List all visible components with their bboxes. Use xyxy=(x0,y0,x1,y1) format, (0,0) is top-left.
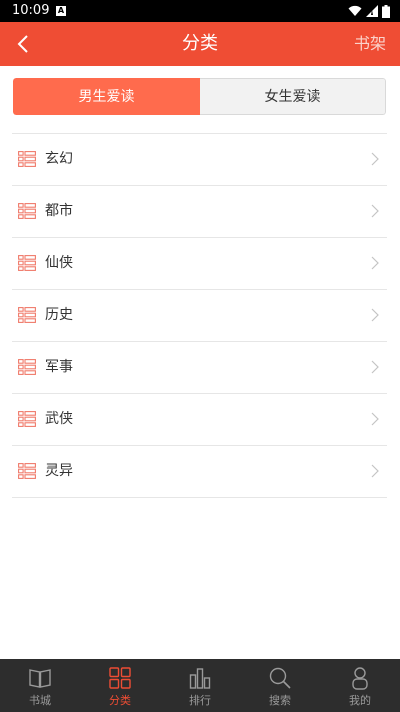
nav-item-search[interactable]: 搜索 xyxy=(240,659,320,712)
wifi-icon xyxy=(348,5,362,16)
app-header: 分类 书架 xyxy=(0,22,400,66)
status-bar: 10:09 A xyxy=(0,0,400,22)
nav-label: 书城 xyxy=(29,694,51,707)
nav-item-profile[interactable]: 我的 xyxy=(320,659,400,712)
category-label: 历史 xyxy=(45,307,73,323)
category-list-icon xyxy=(18,255,36,271)
category-label: 武侠 xyxy=(45,411,73,427)
category-list-icon xyxy=(18,359,36,375)
nav-label: 我的 xyxy=(349,694,371,707)
nav-item-category[interactable]: 分类 xyxy=(80,659,160,712)
nav-label: 搜索 xyxy=(269,694,291,707)
nav-item-ranking[interactable]: 排行 xyxy=(160,659,240,712)
category-list-icon xyxy=(18,203,36,219)
status-time: 10:09 xyxy=(12,3,50,18)
category-label: 玄幻 xyxy=(45,151,73,167)
bookshelf-link[interactable]: 书架 xyxy=(354,22,386,66)
list-item[interactable]: 都市 xyxy=(12,186,387,238)
category-list: 玄幻都市仙侠历史军事武侠灵异 xyxy=(12,133,387,498)
nav-label: 排行 xyxy=(189,694,211,707)
page-title: 分类 xyxy=(182,33,218,54)
category-list-icon xyxy=(18,463,36,479)
list-item[interactable]: 武侠 xyxy=(12,394,387,446)
chevron-right-icon xyxy=(371,412,379,426)
chevron-right-icon xyxy=(371,464,379,478)
category-list-icon xyxy=(18,151,36,167)
category-list-icon xyxy=(18,307,36,323)
signal-icon xyxy=(366,5,378,17)
back-arrow-icon xyxy=(17,35,28,53)
nav-item-bookstore[interactable]: 书城 xyxy=(0,659,80,712)
user-icon xyxy=(352,667,368,690)
category-label: 灵异 xyxy=(45,463,73,479)
category-list-icon xyxy=(18,411,36,427)
nav-label: 分类 xyxy=(109,694,131,707)
chevron-right-icon xyxy=(371,360,379,374)
chevron-right-icon xyxy=(371,256,379,270)
notification-icon: A xyxy=(56,6,66,16)
battery-icon xyxy=(382,4,390,18)
chevron-right-icon xyxy=(371,308,379,322)
category-label: 仙侠 xyxy=(45,255,73,271)
ranking-icon xyxy=(189,668,211,689)
chevron-right-icon xyxy=(371,152,379,166)
category-label: 军事 xyxy=(45,359,73,375)
bottom-nav: 书城 分类 排行 搜索 我的 xyxy=(0,659,400,712)
list-item[interactable]: 军事 xyxy=(12,342,387,394)
search-icon xyxy=(269,667,291,689)
list-item[interactable]: 历史 xyxy=(12,290,387,342)
gender-tabs: 男生爱读 女生爱读 xyxy=(13,78,386,115)
list-item[interactable]: 灵异 xyxy=(12,446,387,498)
list-item[interactable]: 仙侠 xyxy=(12,238,387,290)
list-item[interactable]: 玄幻 xyxy=(12,134,387,186)
status-icons xyxy=(348,4,390,18)
book-icon xyxy=(29,669,51,688)
tab-male[interactable]: 男生爱读 xyxy=(13,78,200,115)
chevron-right-icon xyxy=(371,204,379,218)
tab-female[interactable]: 女生爱读 xyxy=(200,78,386,115)
back-button[interactable] xyxy=(8,28,38,60)
category-label: 都市 xyxy=(45,203,73,219)
grid-icon xyxy=(109,667,131,689)
